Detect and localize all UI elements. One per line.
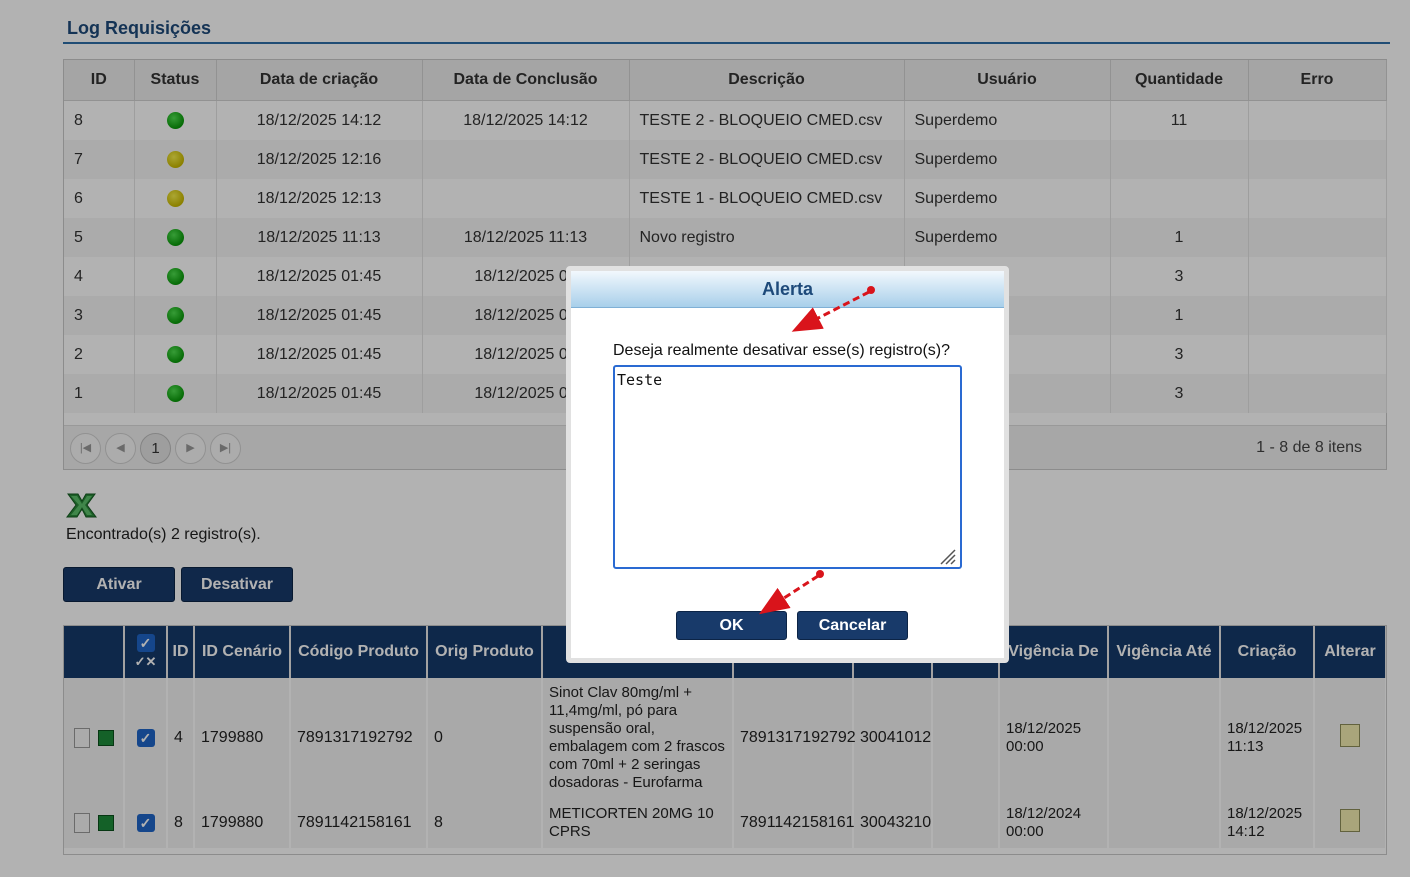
reason-textarea[interactable]: Teste xyxy=(613,365,962,569)
cancel-button[interactable]: Cancelar xyxy=(797,611,908,640)
ok-button[interactable]: OK xyxy=(676,611,787,640)
resize-grip-icon[interactable] xyxy=(937,546,957,566)
dialog-message: Deseja realmente desativar esse(s) regis… xyxy=(613,342,951,359)
alert-dialog: Alerta Deseja realmente desativar esse(s… xyxy=(566,266,1009,663)
dialog-title: Alerta xyxy=(761,279,814,299)
